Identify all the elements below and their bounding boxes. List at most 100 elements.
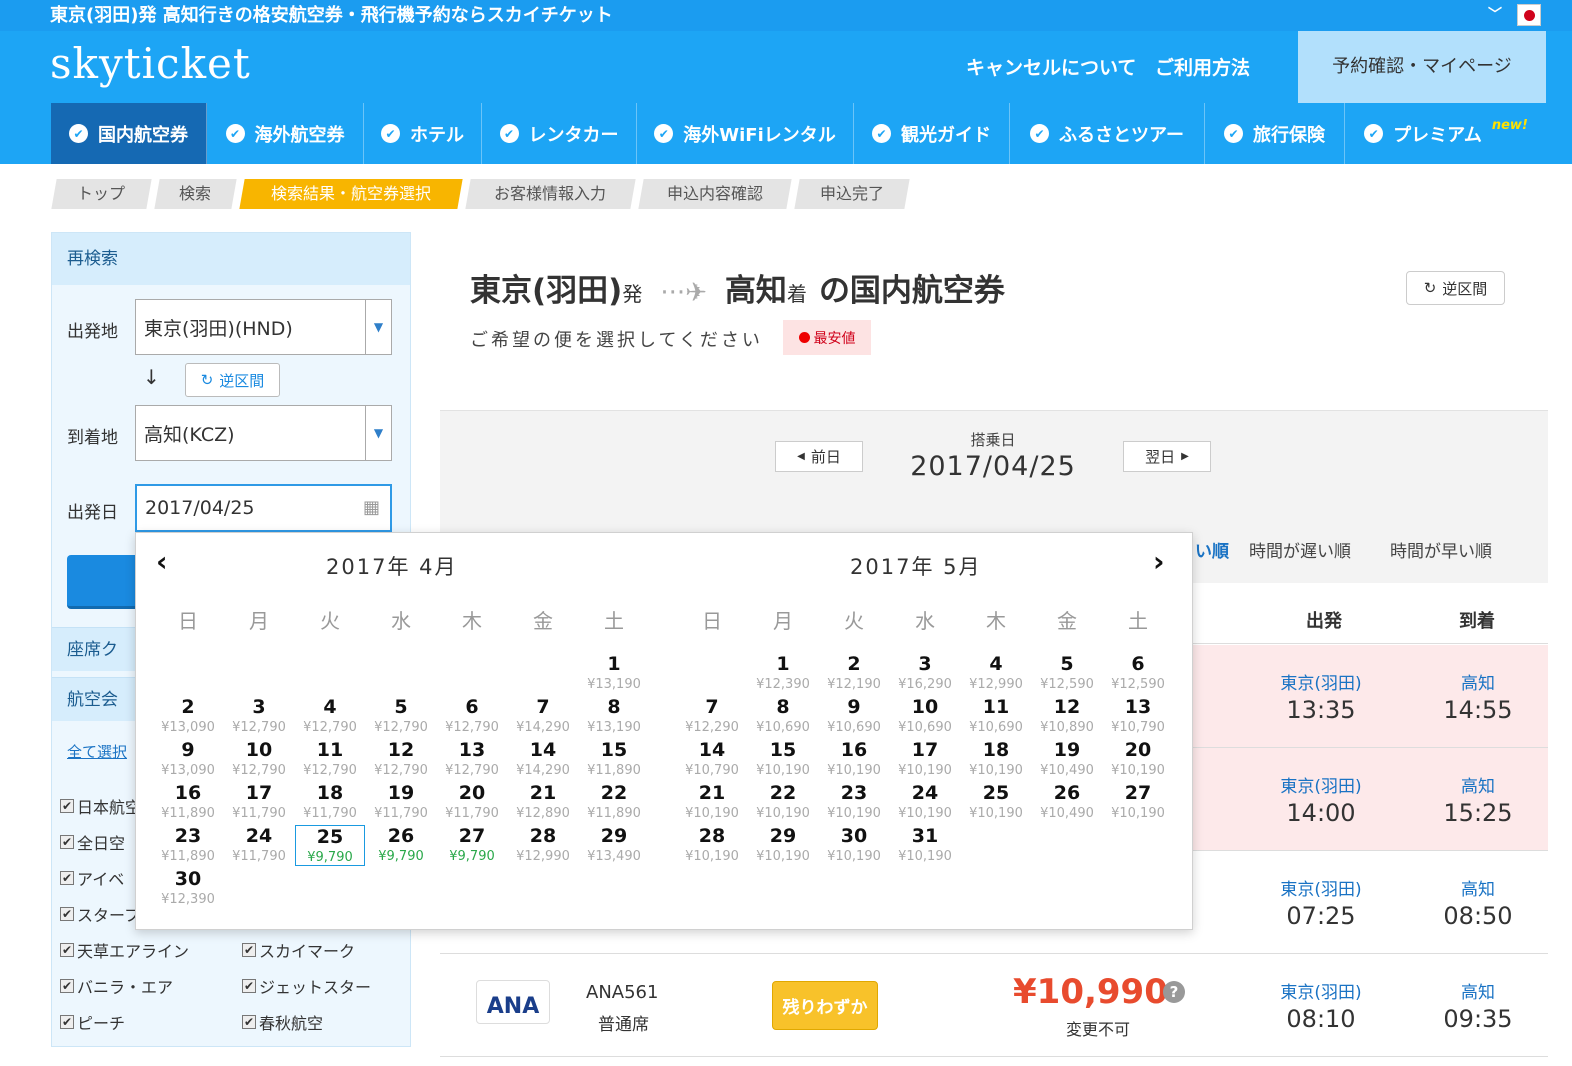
nav-domestic-flights[interactable]: ✔ 国内航空券	[51, 103, 207, 164]
calendar-day[interactable]: 28 ¥10,190	[677, 825, 747, 866]
nav-furusato-tour[interactable]: ✔ ふるさとツアー	[1010, 103, 1205, 164]
calendar-day[interactable]: 13 ¥10,790	[1103, 696, 1173, 737]
calendar-day[interactable]: 27 ¥10,190	[1103, 782, 1173, 823]
howto-link[interactable]: ご利用方法	[1155, 53, 1250, 80]
nav-premium[interactable]: ✔ プレミアム new!	[1345, 103, 1547, 164]
calendar-day[interactable]: 16 ¥11,890	[153, 782, 223, 823]
calendar-day[interactable]: 4 ¥12,790	[295, 696, 365, 737]
calendar-day[interactable]: 29 ¥10,190	[748, 825, 818, 866]
calendar-day[interactable]: 24 ¥11,790	[224, 825, 294, 866]
calendar-day[interactable]: 11 ¥12,790	[295, 739, 365, 780]
calendar-day[interactable]: 6 ¥12,590	[1103, 653, 1173, 694]
calendar-day[interactable]: 9 ¥13,090	[153, 739, 223, 780]
calendar-day[interactable]: 21 ¥10,190	[677, 782, 747, 823]
calendar-day[interactable]: 28 ¥12,990	[508, 825, 578, 866]
nav-international-flights[interactable]: ✔ 海外航空券	[207, 103, 364, 164]
calendar-day[interactable]: 10 ¥12,790	[224, 739, 294, 780]
calendar-day[interactable]: 14 ¥14,290	[508, 739, 578, 780]
airline-checkbox-jal[interactable]: ✔ 日本航空	[60, 794, 141, 818]
calendar-day[interactable]: 15 ¥11,890	[579, 739, 649, 780]
calendar-day[interactable]: 7 ¥14,290	[508, 696, 578, 737]
calendar-day[interactable]: 5 ¥12,790	[366, 696, 436, 737]
calendar-day[interactable]: 19 ¥10,490	[1032, 739, 1102, 780]
calendar-day[interactable]: 7 ¥12,290	[677, 696, 747, 737]
calendar-day[interactable]: 23 ¥10,190	[819, 782, 889, 823]
calendar-day[interactable]: 22 ¥10,190	[748, 782, 818, 823]
calendar-day[interactable]: 12 ¥12,790	[366, 739, 436, 780]
breadcrumb-search[interactable]: 検索	[154, 179, 237, 209]
calendar-day[interactable]: 25 ¥9,790	[295, 825, 365, 866]
calendar-day[interactable]: 10 ¥10,690	[890, 696, 960, 737]
calendar-day[interactable]: 17 ¥11,790	[224, 782, 294, 823]
next-day-button[interactable]: 翌日 ▶	[1123, 441, 1211, 472]
calendar-day[interactable]: 12 ¥10,890	[1032, 696, 1102, 737]
airline-checkbox-jetstar[interactable]: ✔ ジェットスター	[242, 974, 371, 998]
calendar-day[interactable]: 2 ¥13,090	[153, 696, 223, 737]
calendar-day[interactable]: 20 ¥10,190	[1103, 739, 1173, 780]
flight-row[interactable]: ANA ANA561 普通席 残りわずか ¥10,990 ? 変更不可 東京(羽…	[440, 954, 1548, 1057]
calendar-day[interactable]: 22 ¥11,890	[579, 782, 649, 823]
airline-checkbox-vanilla[interactable]: ✔ バニラ・エア	[60, 974, 173, 998]
calendar-day[interactable]: 5 ¥12,590	[1032, 653, 1102, 694]
nav-tour-guide[interactable]: ✔ 観光ガイド	[854, 103, 1010, 164]
calendar-day[interactable]: 2 ¥12,190	[819, 653, 889, 694]
calendar-day[interactable]: 8 ¥13,190	[579, 696, 649, 737]
calendar-day[interactable]: 21 ¥12,890	[508, 782, 578, 823]
to-select[interactable]: 高知(KCZ) ▼	[135, 405, 392, 461]
calendar-day[interactable]: 19 ¥11,790	[366, 782, 436, 823]
breadcrumb-top[interactable]: トップ	[51, 179, 152, 209]
prev-day-button[interactable]: ◀ 前日	[775, 441, 863, 472]
few-seats-button[interactable]: 残りわずか	[772, 981, 878, 1030]
calendar-day[interactable]: 9 ¥10,690	[819, 696, 889, 737]
calendar-day[interactable]: 15 ¥10,190	[748, 739, 818, 780]
calendar-day[interactable]: 13 ¥12,790	[437, 739, 507, 780]
calendar-day[interactable]: 6 ¥12,790	[437, 696, 507, 737]
swap-route-button[interactable]: ↻ 逆区間	[185, 363, 280, 397]
nav-rental-car[interactable]: ✔ レンタカー	[482, 103, 637, 164]
from-select[interactable]: 東京(羽田)(HND) ▼	[135, 299, 392, 355]
airline-checkbox-skymark[interactable]: ✔ スカイマーク	[242, 938, 355, 962]
calendar-day[interactable]: 3 ¥12,790	[224, 696, 294, 737]
calendar-day[interactable]: 4 ¥12,990	[961, 653, 1031, 694]
calendar-day[interactable]: 14 ¥10,790	[677, 739, 747, 780]
cancel-link[interactable]: キャンセルについて	[966, 53, 1136, 80]
airline-checkbox-peach[interactable]: ✔ ピーチ	[60, 1010, 125, 1034]
sort-tab-cheapest[interactable]: い順	[1195, 537, 1229, 562]
calendar-day[interactable]: 29 ¥13,490	[579, 825, 649, 866]
calendar-day[interactable]: 16 ¥10,190	[819, 739, 889, 780]
reverse-route-button[interactable]: ↻ 逆区間	[1406, 271, 1505, 305]
calendar-day[interactable]: 25 ¥10,190	[961, 782, 1031, 823]
calendar-day[interactable]: 30 ¥10,190	[819, 825, 889, 866]
japan-flag-icon[interactable]	[1517, 4, 1541, 26]
logo[interactable]: skyticket	[50, 39, 251, 88]
calendar-day[interactable]: 24 ¥10,190	[890, 782, 960, 823]
chevron-left-icon[interactable]: ‹	[156, 545, 168, 578]
sort-tab-late[interactable]: 時間が遅い順	[1249, 537, 1351, 562]
nav-hotel[interactable]: ✔ ホテル	[364, 103, 482, 164]
calendar-day[interactable]: 1 ¥13,190	[579, 653, 649, 694]
nav-wifi-rental[interactable]: ✔ 海外WiFiレンタル	[637, 103, 854, 164]
mypage-link[interactable]: 予約確認・マイページ	[1298, 31, 1546, 103]
nav-travel-insurance[interactable]: ✔ 旅行保険	[1205, 103, 1345, 164]
calendar-day[interactable]: 18 ¥10,190	[961, 739, 1031, 780]
chevron-down-icon[interactable]: ﹀	[1488, 0, 1502, 31]
select-all-link[interactable]: 全て選択	[67, 741, 127, 762]
calendar-day[interactable]: 31 ¥10,190	[890, 825, 960, 866]
calendar-day[interactable]: 11 ¥10,690	[961, 696, 1031, 737]
calendar-day[interactable]: 20 ¥11,790	[437, 782, 507, 823]
airline-checkbox-ibex[interactable]: ✔ アイベ	[60, 866, 124, 890]
help-icon[interactable]: ?	[1163, 981, 1185, 1003]
airline-checkbox-spring[interactable]: ✔ 春秋航空	[242, 1010, 323, 1034]
calendar-day[interactable]: 27 ¥9,790	[437, 825, 507, 866]
sort-tab-early[interactable]: 時間が早い順	[1390, 537, 1492, 562]
calendar-day[interactable]: 18 ¥11,790	[295, 782, 365, 823]
date-input[interactable]: 2017/04/25 ▦	[135, 484, 392, 532]
calendar-day[interactable]: 23 ¥11,890	[153, 825, 223, 866]
chevron-right-icon[interactable]: ›	[1153, 545, 1165, 578]
calendar-day[interactable]: 1 ¥12,390	[748, 653, 818, 694]
airline-checkbox-starflyer[interactable]: ✔ スターフ	[60, 902, 140, 926]
calendar-day[interactable]: 8 ¥10,690	[748, 696, 818, 737]
calendar-day[interactable]: 26 ¥10,490	[1032, 782, 1102, 823]
calendar-day[interactable]: 17 ¥10,190	[890, 739, 960, 780]
airline-checkbox-ana[interactable]: ✔ 全日空	[60, 830, 125, 854]
